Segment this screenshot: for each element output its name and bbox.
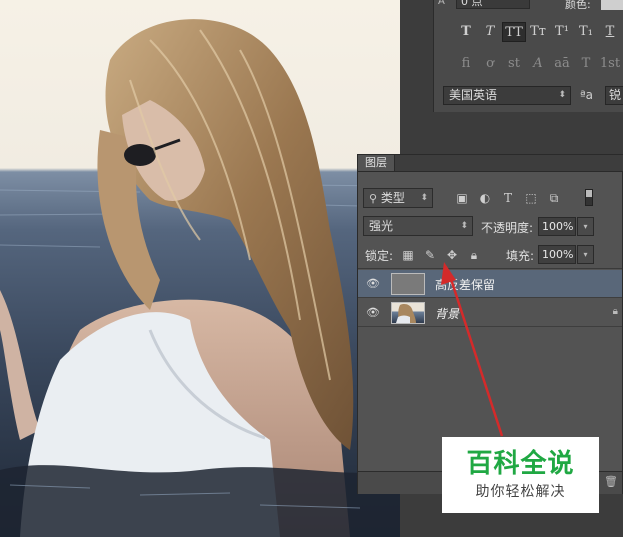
watermark-badge: 百科全说 助你轻松解决 bbox=[442, 437, 599, 513]
watermark-title: 百科全说 bbox=[466, 449, 575, 479]
watermark-subtitle: 助你轻松解决 bbox=[475, 484, 566, 500]
